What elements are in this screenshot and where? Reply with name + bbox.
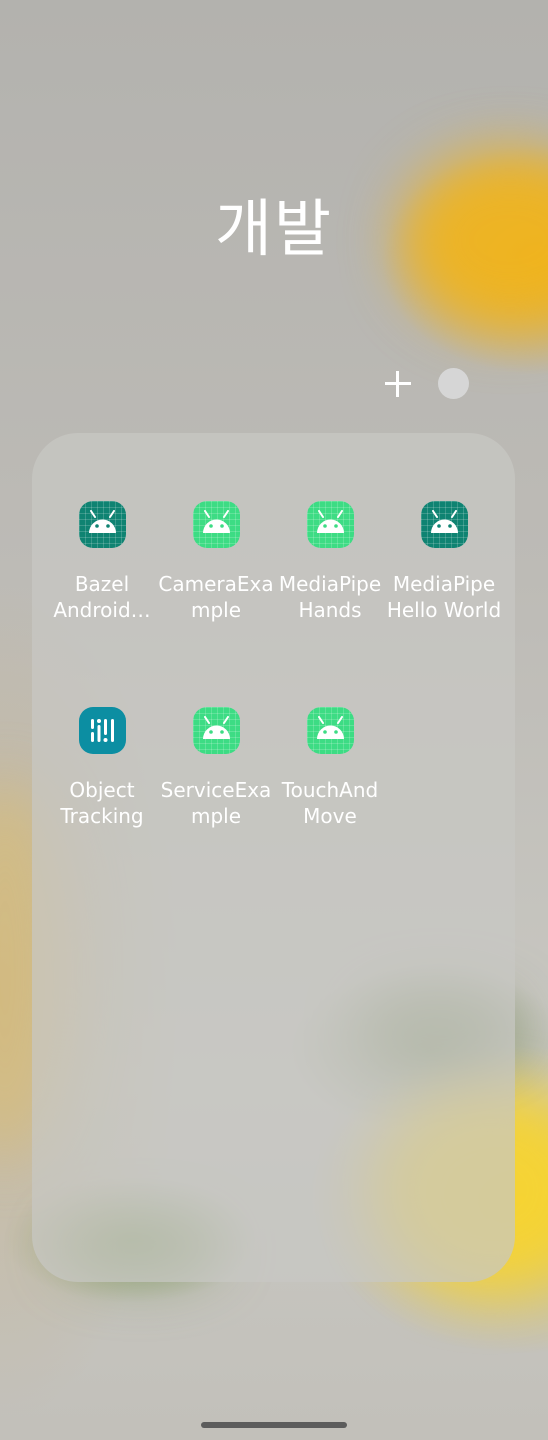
app-mediapipe-hello-world[interactable]: MediaPipe Hello World — [385, 501, 503, 623]
navigation-handle[interactable] — [201, 1422, 347, 1428]
app-label: Bazel Android… — [53, 572, 151, 622]
android-icon — [192, 501, 240, 548]
folder-title[interactable]: 개발 — [0, 178, 548, 268]
app-object-tracking[interactable]: Object Tracking — [43, 707, 161, 829]
app-label: ServiceExa mple — [160, 778, 272, 828]
app-label: MediaPipe Hands — [278, 572, 382, 622]
app-mediapipe-hands[interactable]: MediaPipe Hands — [271, 501, 389, 623]
app-label: Object Tracking — [60, 778, 144, 828]
app-service-example[interactable]: ServiceExa mple — [157, 707, 275, 829]
android-icon — [192, 707, 240, 754]
app-label: TouchAnd Move — [281, 778, 379, 828]
app-label: CameraExa mple — [158, 572, 274, 622]
app-camera-example[interactable]: CameraExa mple — [157, 501, 275, 623]
android-icon — [306, 501, 354, 548]
android-icon — [420, 501, 468, 548]
object-tracking-icon — [78, 707, 126, 754]
app-touch-and-move[interactable]: TouchAnd Move — [271, 707, 389, 829]
add-apps-button[interactable] — [380, 366, 416, 402]
app-label: MediaPipe Hello World — [386, 572, 502, 622]
android-icon — [306, 707, 354, 754]
android-icon — [78, 501, 126, 548]
folder-color-button[interactable] — [438, 368, 469, 399]
app-bazel-android[interactable]: Bazel Android… — [43, 501, 161, 623]
